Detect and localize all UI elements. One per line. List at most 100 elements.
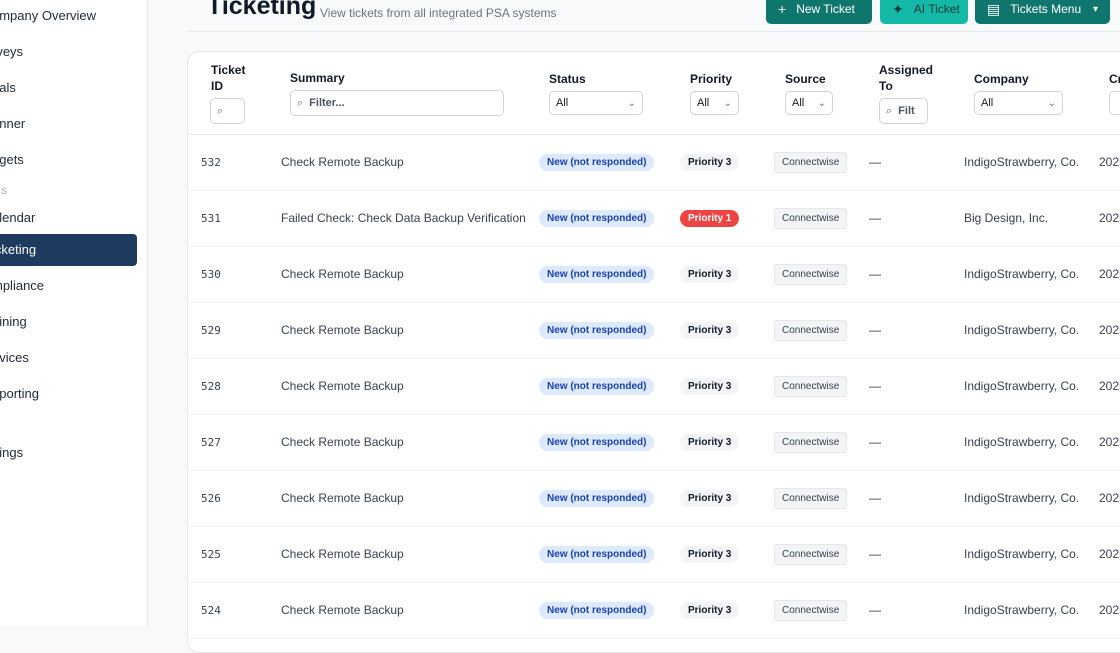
status-filter-value: All bbox=[556, 97, 569, 109]
source-badge: Connectwise bbox=[774, 375, 848, 397]
status-cell: New (not responded) bbox=[539, 134, 655, 190]
company-name: Big Design, Inc. bbox=[964, 211, 1049, 225]
created-date: 2025 bbox=[1099, 435, 1120, 449]
ticket-id: 528 bbox=[201, 379, 221, 393]
ticket-summary[interactable]: Check Remote Backup bbox=[281, 134, 404, 190]
tickets-menu-button[interactable]: ▤ Tickets Menu ▾ bbox=[975, 0, 1110, 24]
source-cell: Connectwise bbox=[774, 302, 848, 358]
company-name: IndigoStrawberry, Co. bbox=[964, 267, 1080, 281]
assigned-to: — bbox=[869, 547, 881, 561]
ticket-summary[interactable]: Check Remote Backup bbox=[281, 246, 404, 302]
column-header-status[interactable]: Status bbox=[549, 71, 586, 87]
search-icon: ⌕ bbox=[297, 96, 304, 109]
column-header-ticket-id[interactable]: Ticket ID bbox=[211, 62, 251, 94]
status-badge: New (not responded) bbox=[539, 601, 655, 619]
source-badge: Connectwise bbox=[774, 263, 848, 285]
table-row[interactable]: 528 Check Remote Backup New (not respond… bbox=[188, 358, 1120, 415]
company-name: IndigoStrawberry, Co. bbox=[964, 155, 1080, 169]
ai-ticket-label: AI Ticket bbox=[913, 2, 960, 16]
column-header-priority[interactable]: Priority bbox=[690, 71, 732, 87]
sidebar-item-label: eporting bbox=[0, 386, 39, 401]
table-row[interactable]: 532 Check Remote Backup New (not respond… bbox=[188, 134, 1120, 191]
table-row[interactable]: 529 Check Remote Backup New (not respond… bbox=[188, 302, 1120, 359]
header-divider bbox=[187, 31, 1120, 32]
source-cell: Connectwise bbox=[774, 470, 848, 526]
column-header-source[interactable]: Source bbox=[785, 71, 826, 87]
status-filter-select[interactable]: All ⌄ bbox=[549, 91, 643, 115]
status-badge: New (not responded) bbox=[539, 545, 655, 563]
ticket-summary[interactable]: Check Remote Backup bbox=[281, 526, 404, 582]
created-filter[interactable] bbox=[1109, 91, 1120, 115]
status-cell: New (not responded) bbox=[539, 246, 655, 302]
source-badge: Connectwise bbox=[774, 151, 848, 173]
table-row[interactable]: 530 Check Remote Backup New (not respond… bbox=[188, 246, 1120, 303]
search-icon: ⌕ bbox=[217, 104, 224, 117]
company-filter-select[interactable]: All ⌄ bbox=[974, 91, 1063, 115]
page-subtitle: View tickets from all integrated PSA sys… bbox=[320, 6, 557, 20]
table-row[interactable]: 527 Check Remote Backup New (not respond… bbox=[188, 414, 1120, 471]
table-row[interactable]: 525 Check Remote Backup New (not respond… bbox=[188, 526, 1120, 583]
company-name: IndigoStrawberry, Co. bbox=[964, 491, 1080, 505]
column-header-company[interactable]: Company bbox=[974, 71, 1029, 87]
sidebar-item-label: aining bbox=[0, 314, 27, 329]
ticket-summary[interactable]: Check Remote Backup bbox=[281, 470, 404, 526]
sidebar-item-label: icketing bbox=[0, 242, 37, 257]
sidebar-item-ticketing[interactable]: icketing bbox=[0, 234, 137, 266]
column-header-summary[interactable]: Summary bbox=[290, 70, 345, 86]
status-badge: New (not responded) bbox=[539, 489, 655, 507]
source-badge: Connectwise bbox=[774, 487, 848, 509]
column-header-created[interactable]: Cr bbox=[1109, 71, 1120, 87]
table-row[interactable]: 526 Check Remote Backup New (not respond… bbox=[188, 470, 1120, 527]
ticket-id: 529 bbox=[201, 323, 221, 337]
source-cell: Connectwise bbox=[774, 246, 848, 302]
priority-cell: Priority 3 bbox=[680, 414, 740, 470]
assigned-filter-input[interactable]: ⌕ Filt bbox=[879, 98, 928, 124]
created-date: 2025 bbox=[1099, 267, 1120, 281]
source-badge: Connectwise bbox=[774, 599, 848, 621]
source-filter-select[interactable]: All ⌄ bbox=[785, 91, 833, 115]
ai-ticket-button[interactable]: ✦ AI Ticket bbox=[880, 0, 968, 24]
ticket-summary[interactable]: Check Remote Backup bbox=[281, 582, 404, 638]
status-cell: New (not responded) bbox=[539, 414, 655, 470]
new-ticket-button[interactable]: + New Ticket bbox=[766, 0, 872, 24]
column-header-assigned-to[interactable]: Assigned To bbox=[879, 62, 939, 94]
priority-badge: Priority 3 bbox=[680, 265, 740, 283]
source-cell: Connectwise bbox=[774, 526, 848, 582]
company-filter-value: All bbox=[981, 97, 994, 109]
assigned-to: — bbox=[869, 267, 881, 281]
table-header: Ticket ID ⌕ Summary ⌕ Filter... Status A… bbox=[188, 52, 1120, 135]
status-cell: New (not responded) bbox=[539, 190, 655, 246]
sidebar-item-label: ttings bbox=[0, 445, 24, 460]
status-badge: New (not responded) bbox=[539, 377, 655, 395]
source-badge: Connectwise bbox=[774, 543, 848, 565]
priority-cell: Priority 3 bbox=[680, 470, 740, 526]
ticket-summary[interactable]: Check Remote Backup bbox=[281, 302, 404, 358]
summary-filter-placeholder: Filter... bbox=[309, 97, 345, 109]
table-row[interactable]: 531 Failed Check: Check Data Backup Veri… bbox=[188, 190, 1120, 247]
sidebar-item-label: evices bbox=[0, 350, 29, 365]
priority-badge: Priority 3 bbox=[680, 545, 740, 563]
source-badge: Connectwise bbox=[774, 431, 848, 453]
priority-badge: Priority 3 bbox=[680, 321, 740, 339]
source-filter-value: All bbox=[792, 97, 805, 109]
sidebar-item-label: oals bbox=[0, 80, 16, 95]
priority-badge: Priority 1 bbox=[680, 209, 740, 227]
ticket-id: 525 bbox=[201, 547, 221, 561]
ticket-id-filter[interactable]: ⌕ bbox=[210, 98, 245, 124]
company-name: IndigoStrawberry, Co. bbox=[964, 603, 1080, 617]
priority-cell: Priority 3 bbox=[680, 526, 740, 582]
ticket-summary[interactable]: Check Remote Backup bbox=[281, 358, 404, 414]
priority-filter-select[interactable]: All ⌄ bbox=[690, 91, 739, 115]
ticket-summary[interactable]: Check Remote Backup bbox=[281, 414, 404, 470]
status-cell: New (not responded) bbox=[539, 302, 655, 358]
status-badge: New (not responded) bbox=[539, 433, 655, 451]
priority-badge: Priority 3 bbox=[680, 601, 740, 619]
ticket-id: 526 bbox=[201, 491, 221, 505]
ticket-summary[interactable]: Failed Check: Check Data Backup Verifica… bbox=[281, 190, 526, 246]
ticket-id: 531 bbox=[201, 211, 221, 225]
sparkle-icon: ✦ bbox=[892, 0, 904, 17]
source-cell: Connectwise bbox=[774, 582, 848, 638]
summary-filter-input[interactable]: ⌕ Filter... bbox=[290, 90, 504, 116]
table-row[interactable]: 524 Check Remote Backup New (not respond… bbox=[188, 582, 1120, 639]
created-date: 2025 bbox=[1099, 379, 1120, 393]
